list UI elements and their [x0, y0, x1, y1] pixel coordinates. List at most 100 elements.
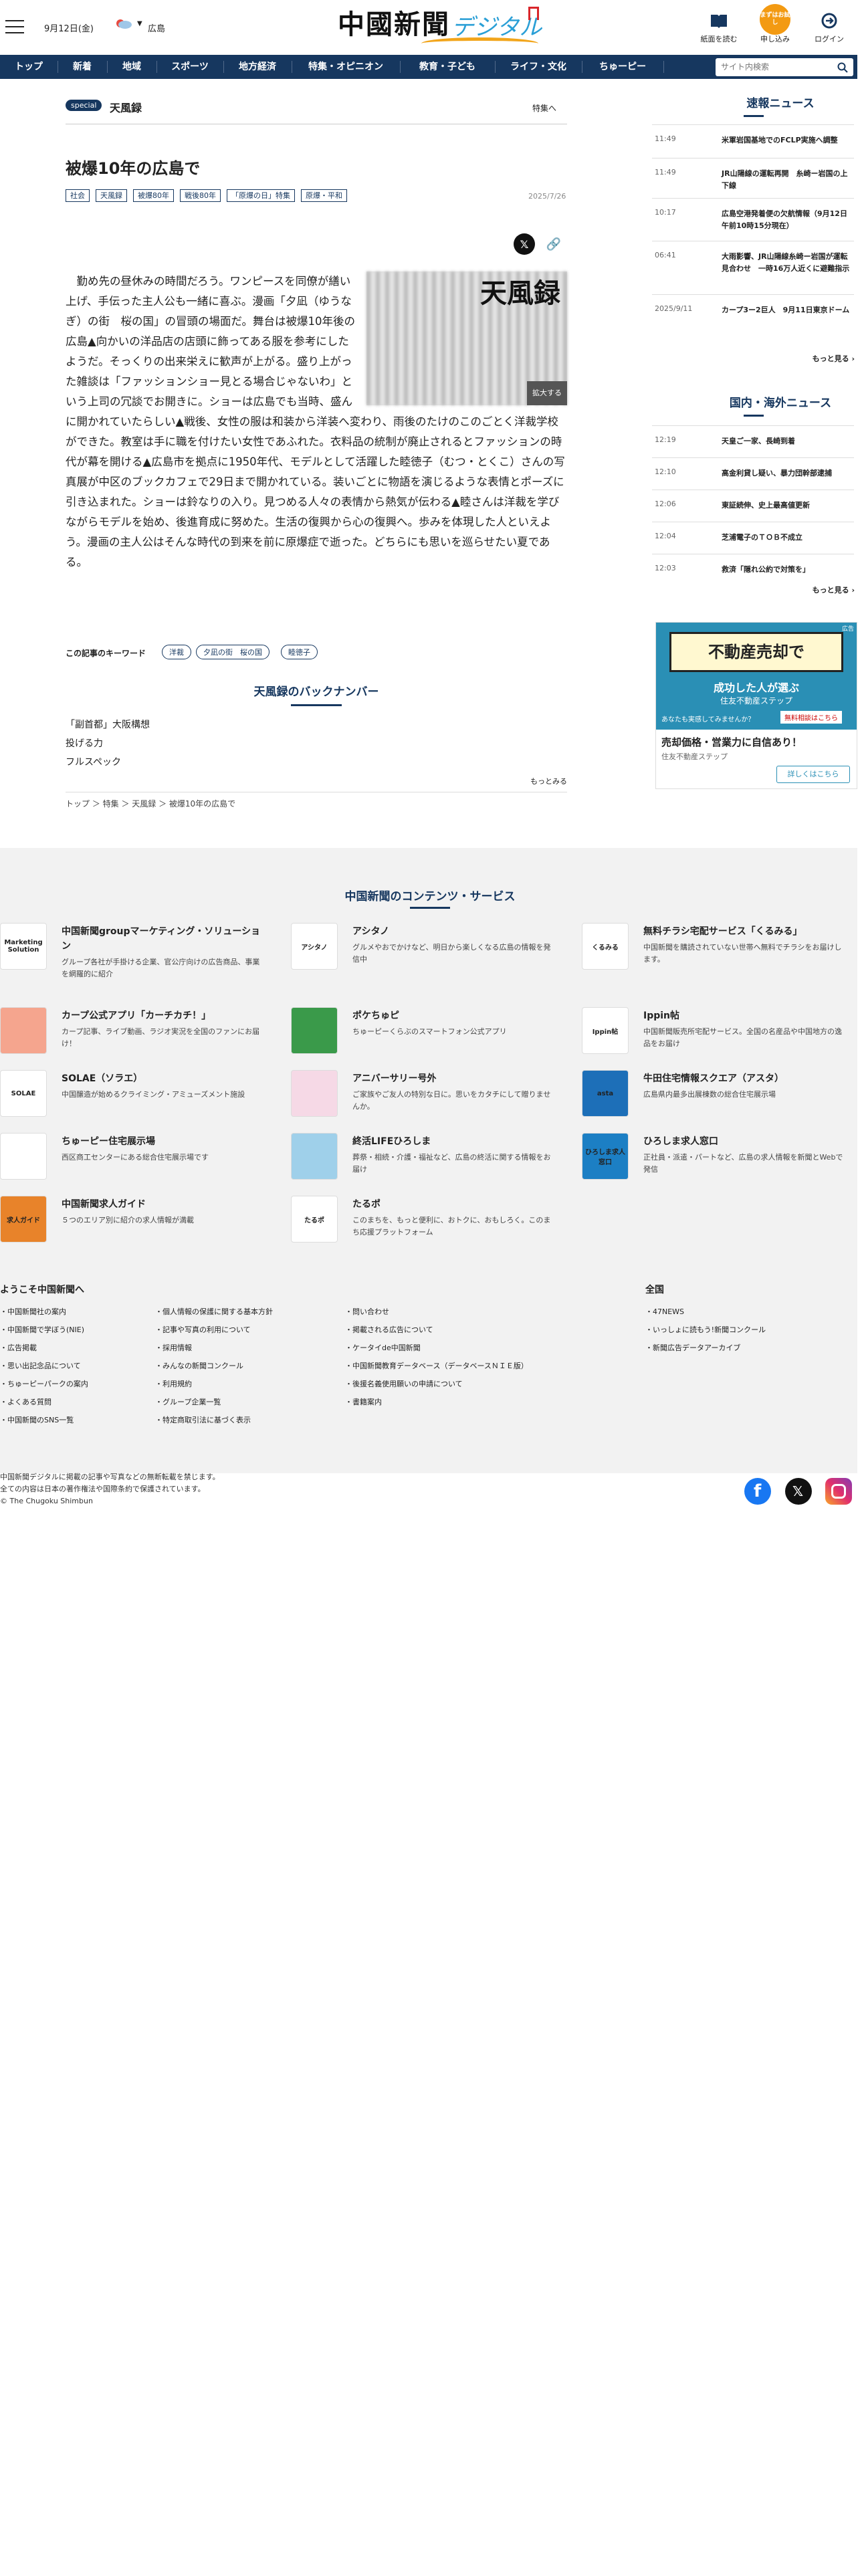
global-nav: トップ 新着 地域 スポーツ 地方経済 特集・オピニオン 教育・子ども ライフ・… — [0, 55, 857, 79]
tokushu-link[interactable]: 特集へ — [532, 102, 556, 114]
footer-link[interactable]: ・ちゅーピーパークの案内 — [0, 1375, 88, 1393]
footer-link[interactable]: ・後援名義使用願いの申請について — [345, 1375, 528, 1393]
footer-link[interactable]: ・採用情報 — [155, 1339, 273, 1357]
list-item[interactable]: フルスペック — [66, 753, 150, 772]
x-share-icon[interactable]: 𝕏 — [514, 233, 535, 255]
book-icon — [711, 15, 727, 28]
nav-economy[interactable]: 地方経済 — [223, 55, 292, 79]
chevron-down-icon[interactable]: ▼ — [137, 20, 142, 27]
footer-link[interactable]: ・よくある質問 — [0, 1393, 88, 1411]
footer-link[interactable]: ・思い出記念品について — [0, 1357, 88, 1375]
ad-label: 広告 — [841, 626, 854, 633]
more-link[interactable]: もっと見る › — [813, 584, 855, 595]
login-button[interactable]: ログイン — [806, 8, 853, 44]
news-row[interactable]: 2025/9/11 カープ3ー2巨人 9月11日東京ドーム — [652, 294, 854, 334]
footer-link[interactable]: ・個人情報の保護に関する基本方針 — [155, 1303, 273, 1321]
footer-link[interactable]: ・記事や写真の利用について — [155, 1321, 273, 1339]
news-row[interactable]: 11:49 JR山陽線の運転再開 糸崎ー岩国の上下線 — [652, 158, 854, 198]
news-row[interactable]: 10:17 広島空港発着便の欠航情報（9月12日午前10時15分現在） — [652, 198, 854, 241]
list-item[interactable]: 「副首都」大阪構想 — [66, 716, 150, 734]
nav-life[interactable]: ライフ・文化 — [495, 55, 582, 79]
service-thumb — [291, 1133, 338, 1180]
footer-link[interactable]: ・みんなの新聞コンクール — [155, 1357, 273, 1375]
menu-icon[interactable] — [5, 20, 24, 33]
footer-link[interactable]: ・グループ企業一覧 — [155, 1393, 273, 1411]
ad-button[interactable]: 詳しくはこちら — [776, 766, 850, 783]
apply-button[interactable]: まずはお試し 申し込み — [752, 4, 798, 44]
service-name: SOLAE（ソラエ） — [62, 1073, 143, 1084]
link-icon[interactable]: 🔗 — [543, 233, 564, 255]
tag[interactable]: 「原爆の日」特集 — [227, 189, 295, 202]
footer-link[interactable]: ・広告掲載 — [0, 1339, 88, 1357]
service-thumb: SOLAE — [0, 1070, 47, 1117]
series-name[interactable]: 天風録 — [110, 99, 142, 115]
service-thumb: Marketing Solution — [0, 923, 47, 970]
tag[interactable]: 原爆・平和 — [301, 189, 347, 202]
footer-link[interactable]: ・中国新聞のSNS一覧 — [0, 1411, 88, 1429]
site-header: 9月12日(金) ▼ 広島 中國新聞 デジタル 紙面を読む まずはお試し 申し込… — [0, 0, 860, 55]
footer-link[interactable]: ・ケータイde中国新聞 — [345, 1339, 528, 1357]
article-image[interactable]: 天風録 拡大する — [366, 272, 567, 405]
search-input[interactable] — [716, 58, 829, 76]
service-name: 牛田住宅情報スクエア（アスタ） — [643, 1073, 784, 1084]
facebook-icon[interactable]: f — [744, 1478, 771, 1505]
keyword-chip[interactable]: 夕凪の街 桜の国 — [196, 645, 270, 659]
site-search — [716, 58, 853, 76]
tag[interactable]: 社会 — [66, 189, 90, 202]
divider — [291, 704, 342, 706]
news-row[interactable]: 12:19 天皇ご一家、長崎到着 — [652, 425, 854, 457]
nav-opinion[interactable]: 特集・オピニオン — [292, 55, 400, 79]
service-name: アシタノ — [352, 926, 390, 937]
service-desc: カープ記事、ライブ動画、ラジオ実況を全国のファンにお届け！ — [62, 1027, 260, 1048]
service-thumb — [291, 1070, 338, 1117]
footer-link[interactable]: ・新聞広告データアーカイブ — [645, 1339, 766, 1357]
service-desc: ５つのエリア別に紹介の求人情報が満載 — [62, 1216, 194, 1224]
paper-button[interactable]: 紙面を読む — [695, 8, 742, 44]
footer-link[interactable]: ・いっしょに読もう!新聞コンクール — [645, 1321, 766, 1339]
footer-link[interactable]: ・47NEWS — [645, 1303, 766, 1321]
news-row[interactable]: 11:49 米軍岩国基地でのFCLP実施へ調整 — [652, 124, 854, 158]
news-row[interactable]: 12:06 東証続伸、史上最高値更新 — [652, 490, 854, 522]
current-date: 9月12日(金) — [44, 24, 94, 34]
footer-link[interactable]: ・問い合わせ — [345, 1303, 528, 1321]
footer-link[interactable]: ・利用規約 — [155, 1375, 273, 1393]
service-thumb — [0, 1133, 47, 1180]
footer-link[interactable]: ・掲載される広告について — [345, 1321, 528, 1339]
news-row[interactable]: 12:04 芝浦電子のＴＯＢ不成立 — [652, 522, 854, 554]
more-link[interactable]: もっとみる — [530, 776, 567, 786]
search-icon[interactable] — [837, 62, 848, 73]
article-tags: 社会 天風録 被爆80年 戦後80年 「原爆の日」特集 原爆・平和 — [66, 189, 353, 202]
news-row[interactable]: 12:10 高金利貸し疑い、暴力団幹部逮捕 — [652, 457, 854, 490]
footer-link[interactable]: ・書籍案内 — [345, 1393, 528, 1411]
nav-sports[interactable]: スポーツ — [156, 55, 223, 79]
site-logo[interactable]: 中國新聞 デジタル — [338, 8, 542, 41]
ad-banner[interactable]: 不動産売却で 成功した人が選ぶ 住友不動産ステップ あなたも実感してみませんか？… — [655, 622, 857, 789]
zoom-button[interactable]: 拡大する — [527, 381, 567, 405]
tag[interactable]: 戦後80年 — [180, 189, 221, 202]
news-row[interactable]: 12:03 救済「隠れ公約で対策を」 — [652, 554, 854, 586]
nav-chupea[interactable]: ちゅーピー — [582, 55, 663, 79]
tag[interactable]: 被爆80年 — [133, 189, 174, 202]
service-desc: グルメやおでかけなど、明日から楽しくなる広島の情報を発信中 — [352, 943, 551, 964]
instagram-icon[interactable] — [825, 1478, 852, 1505]
more-link[interactable]: もっと見る › — [813, 353, 855, 364]
tag[interactable]: 天風録 — [96, 189, 127, 202]
breadcrumb[interactable]: トップ ＞ 特集 ＞ 天風録 ＞ 被爆10年の広島で — [66, 792, 567, 809]
service-desc: 西区商工センターにある総合住宅展示場です — [62, 1153, 209, 1162]
footer-link[interactable]: ・中国新聞で学ぼう(NIE) — [0, 1321, 88, 1339]
nav-education[interactable]: 教育・子ども — [400, 55, 495, 79]
news-row[interactable]: 06:41 大雨影響、JR山陽線糸崎ー岩国が運転見合わせ 一時16万人近くに避難指… — [652, 241, 854, 294]
footer-link[interactable]: ・中国新聞社の案内 — [0, 1303, 88, 1321]
keyword-chip[interactable]: 睦徳子 — [281, 645, 318, 659]
weather-icon — [116, 19, 132, 29]
prefecture-select[interactable]: 広島 — [148, 21, 165, 34]
list-item[interactable]: 投げる力 — [66, 734, 150, 753]
keyword-chip[interactable]: 洋裁 — [162, 645, 191, 659]
footer-link[interactable]: ・中国新聞教育データベース（データベースＮＩＥ版） — [345, 1357, 528, 1375]
nav-top[interactable]: トップ — [0, 55, 58, 79]
logo-arc — [421, 37, 538, 49]
nav-latest[interactable]: 新着 — [58, 55, 107, 79]
nav-region[interactable]: 地域 — [107, 55, 156, 79]
x-icon[interactable]: 𝕏 — [785, 1478, 812, 1505]
footer-link[interactable]: ・特定商取引法に基づく表示 — [155, 1411, 273, 1429]
